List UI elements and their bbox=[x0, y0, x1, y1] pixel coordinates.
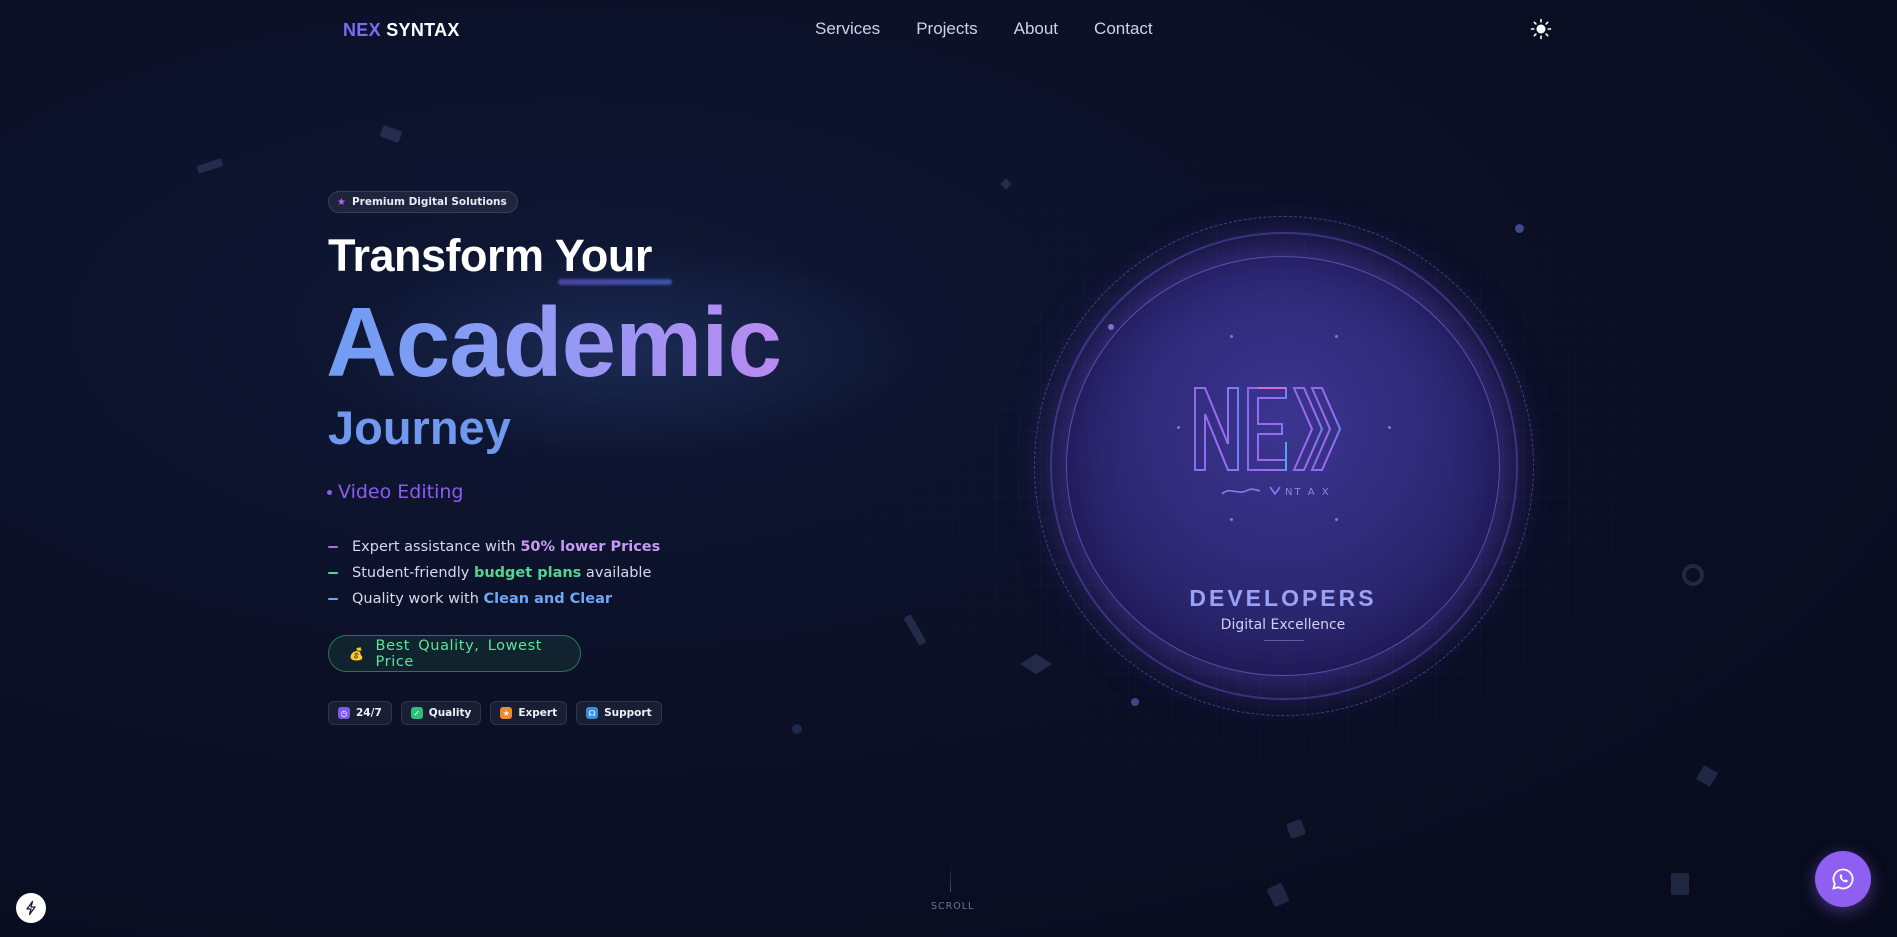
feature-chips: ◷ 24/7 ✓ Quality ★ Expert ☊ Support bbox=[328, 701, 662, 725]
feature-item: Quality work with Clean and Clear bbox=[328, 586, 660, 612]
chip-label: Expert bbox=[518, 707, 558, 719]
sparkle bbox=[1108, 324, 1114, 330]
floating-dot bbox=[1515, 224, 1524, 233]
star-icon: ★ bbox=[500, 707, 513, 719]
logo-part-syntax: SYNTAX bbox=[386, 20, 460, 40]
feature-dash bbox=[328, 572, 338, 574]
feature-dash bbox=[328, 546, 338, 548]
check-icon: ✓ bbox=[410, 707, 423, 719]
clock-icon: ◷ bbox=[338, 707, 350, 719]
rotating-service-label: Video Editing bbox=[338, 481, 464, 503]
chip-24-7: ◷ 24/7 bbox=[328, 701, 392, 725]
feature-item: Student-friendly budget plans available bbox=[328, 560, 660, 586]
floating-doc-icon bbox=[1267, 883, 1289, 907]
floating-pencil-icon bbox=[196, 158, 224, 174]
nav-link-projects[interactable]: Projects bbox=[916, 19, 977, 39]
badge-label: Premium Digital Solutions bbox=[351, 196, 507, 208]
nav-link-services[interactable]: Services bbox=[815, 19, 880, 39]
floating-camera-icon bbox=[1286, 819, 1306, 839]
nav-link-contact[interactable]: Contact bbox=[1094, 19, 1153, 39]
money-bag-icon: 💰 bbox=[349, 646, 365, 661]
hero-title-line2: Academic bbox=[326, 287, 782, 397]
title-underline bbox=[558, 279, 672, 285]
feature-highlight: 50% lower Prices bbox=[520, 539, 661, 555]
rotating-service-text: Video Editing bbox=[327, 481, 463, 503]
floating-pen-icon bbox=[904, 614, 926, 646]
chip-label: 24/7 bbox=[356, 707, 382, 719]
best-quality-button[interactable]: 💰 Best Quality, Lowest Price bbox=[328, 635, 581, 672]
logo-subtext: NT A X bbox=[1285, 487, 1331, 498]
nav-links: Services Projects About Contact bbox=[815, 19, 1153, 39]
quick-action-button[interactable] bbox=[16, 893, 46, 923]
hero-title-line3: Journey bbox=[328, 401, 511, 454]
feature-list: Expert assistance with 50% lower Prices … bbox=[328, 534, 660, 612]
feature-highlight: budget plans bbox=[473, 565, 582, 581]
feature-suffix: available bbox=[581, 565, 652, 581]
floating-gear-icon bbox=[1682, 564, 1704, 586]
developers-subtitle: Digital Excellence bbox=[1220, 617, 1346, 633]
star-icon: ★ bbox=[337, 196, 346, 208]
developers-title: DEVELOPERS bbox=[1189, 585, 1377, 611]
feature-dash bbox=[328, 598, 338, 600]
hero-title-line1: Transform Your bbox=[328, 230, 652, 281]
scroll-indicator-label[interactable]: SCROLL bbox=[931, 901, 974, 912]
chip-label: Quality bbox=[428, 707, 472, 719]
chip-expert: ★ Expert bbox=[490, 701, 568, 725]
cta-label: Best Quality, Lowest Price bbox=[375, 637, 543, 670]
feature-item: Expert assistance with 50% lower Prices bbox=[328, 534, 660, 560]
floating-cap-icon bbox=[1020, 654, 1052, 674]
scroll-indicator-line bbox=[950, 864, 951, 892]
sparkle bbox=[1177, 426, 1180, 429]
premium-badge: ★ Premium Digital Solutions bbox=[328, 191, 518, 213]
floating-cube-icon bbox=[1696, 765, 1718, 787]
whatsapp-icon bbox=[1832, 868, 1854, 890]
feature-text: Quality work with bbox=[352, 591, 484, 607]
sparkle bbox=[1230, 518, 1233, 521]
sparkle bbox=[1230, 335, 1233, 338]
sun-icon[interactable] bbox=[1530, 18, 1552, 40]
floating-dot bbox=[792, 724, 802, 734]
lightning-icon bbox=[26, 900, 36, 916]
floating-book-icon bbox=[380, 125, 402, 143]
developers-divider bbox=[1264, 640, 1304, 641]
floating-diamond-icon bbox=[1000, 178, 1012, 190]
sparkle bbox=[1335, 518, 1338, 521]
feature-text: Student-friendly bbox=[352, 565, 474, 581]
nav-link-about[interactable]: About bbox=[1014, 19, 1058, 39]
nex-syntax-logo: NT A X bbox=[1194, 387, 1342, 498]
top-navigation: NEX SYNTAX Services Projects About Conta… bbox=[0, 0, 1897, 60]
logo-part-nex: NEX bbox=[343, 20, 381, 40]
chip-label: Support bbox=[604, 707, 652, 719]
sparkle bbox=[1335, 335, 1338, 338]
floating-dot bbox=[1131, 698, 1139, 706]
bullet-dot bbox=[327, 489, 332, 495]
headset-icon: ☊ bbox=[586, 707, 599, 719]
feature-text: Expert assistance with bbox=[352, 539, 521, 555]
feature-highlight: Clean and Clear bbox=[483, 591, 613, 607]
chip-quality: ✓ Quality bbox=[400, 701, 482, 725]
whatsapp-chat-button[interactable] bbox=[1815, 851, 1871, 907]
brand-logo[interactable]: NEX SYNTAX bbox=[343, 20, 460, 41]
chip-support: ☊ Support bbox=[576, 701, 662, 725]
floating-clipboard-icon bbox=[1671, 873, 1689, 895]
